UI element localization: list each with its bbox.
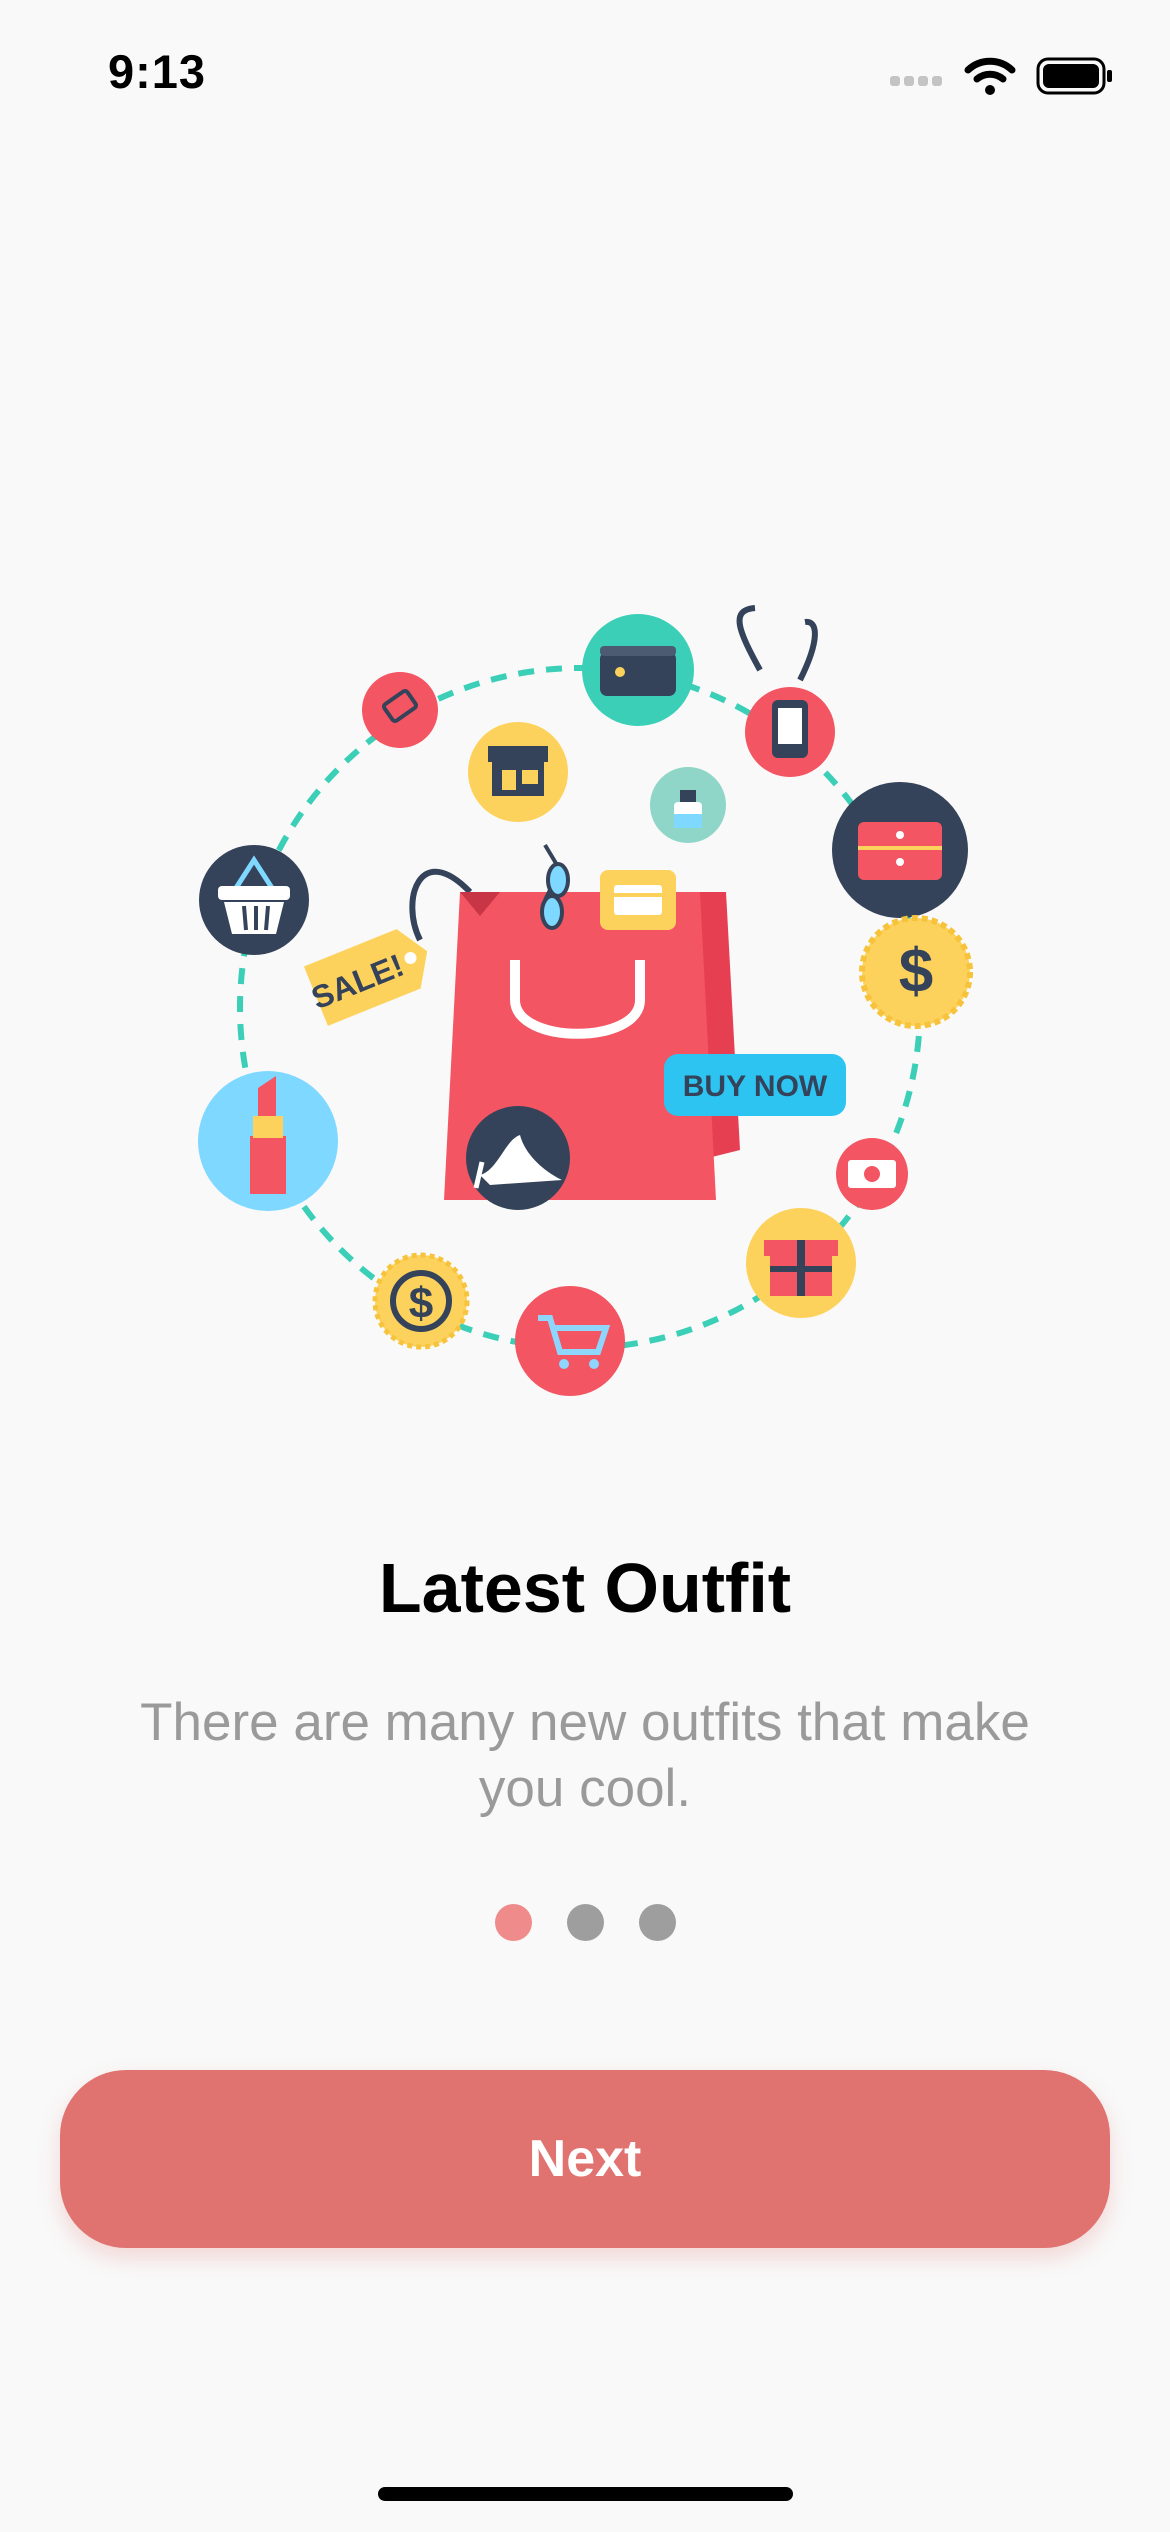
page-dot-2[interactable] (566, 1904, 604, 1941)
perfume-icon (650, 767, 726, 843)
drawer-icon (832, 782, 968, 918)
basket-icon (199, 845, 309, 955)
coin-icon: $ (372, 1252, 470, 1350)
battery-icon (1036, 57, 1112, 95)
shopping-illustration: $ $ SALE! BUY NOW (198, 605, 973, 1396)
status-time: 9:13 (108, 45, 207, 98)
page-indicator (0, 1904, 1170, 1941)
onboarding-description: There are many new outfits that make you… (140, 1693, 1030, 1818)
page-dot-1[interactable] (494, 1904, 532, 1941)
buy-now-label: BUY NOW (683, 1070, 828, 1103)
page-dot-3[interactable] (638, 1904, 676, 1941)
signal-icon (890, 76, 942, 86)
store-icon (468, 722, 568, 822)
gift-icon (746, 1208, 856, 1318)
phone-icon (736, 605, 835, 777)
svg-text:$: $ (409, 1279, 433, 1328)
dollar-badge-icon: $ (859, 915, 973, 1029)
cart-icon (515, 1286, 625, 1396)
next-button[interactable]: Next (60, 2070, 1110, 2248)
onboarding-title: Latest Outfit (378, 1549, 792, 1627)
money-icon (836, 1138, 908, 1210)
status-bar: 9:13 (0, 0, 1170, 140)
tag-icon (362, 672, 438, 748)
status-icons (890, 52, 1114, 100)
high-heel-icon (466, 1106, 570, 1210)
home-indicator[interactable] (378, 2487, 793, 2501)
wallet-icon (582, 614, 694, 726)
wifi-icon (964, 57, 1016, 95)
svg-text:$: $ (899, 937, 933, 1006)
lipstick-icon (198, 1071, 338, 1211)
shopping-bag-icon (409, 843, 740, 1210)
buy-now-badge: BUY NOW (664, 1054, 846, 1116)
